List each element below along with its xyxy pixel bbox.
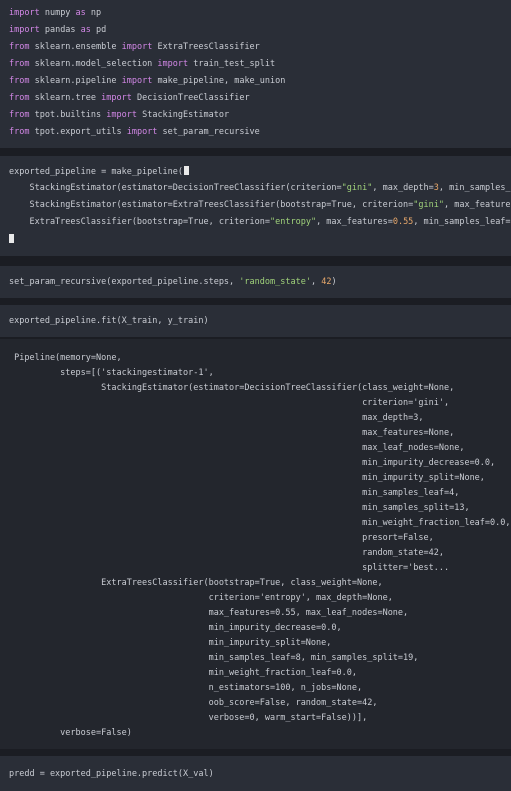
code-line: exported_pipeline = make_pipeline( xyxy=(9,166,189,177)
code-line: exported_pipeline.fit(X_train, y_train) xyxy=(9,316,209,326)
output-line: criterion='gini', xyxy=(9,398,450,408)
output-line: StackingEstimator(estimator=DecisionTree… xyxy=(9,383,455,393)
code-line: StackingEstimator(estimator=DecisionTree… xyxy=(9,183,511,193)
output-line: min_samples_leaf=8, min_samples_split=19… xyxy=(9,653,419,663)
code-line: from tpot.export_utils import set_param_… xyxy=(9,127,260,137)
output-line: min_impurity_split=None, xyxy=(9,473,485,483)
code-cell-predict[interactable]: predd = exported_pipeline.predict(X_val) xyxy=(0,756,511,791)
output-line: verbose=0, warm_start=False))], xyxy=(9,713,368,723)
output-line: oob_score=False, random_state=42, xyxy=(9,698,378,708)
output-line: Pipeline(memory=None, xyxy=(9,353,122,363)
output-line: min_samples_split=13, xyxy=(9,503,470,513)
output-line: splitter='best... xyxy=(9,563,450,573)
output-line: n_estimators=100, n_jobs=None, xyxy=(9,683,363,693)
output-line: max_leaf_nodes=None, xyxy=(9,443,465,453)
output-line: ExtraTreesClassifier(bootstrap=True, cla… xyxy=(9,578,383,588)
output-line: random_state=42, xyxy=(9,548,444,558)
code-line: import pandas as pd xyxy=(9,25,107,35)
code-line: import numpy as np xyxy=(9,8,102,18)
output-line: min_impurity_decrease=0.0, xyxy=(9,623,342,633)
code-cell-imports[interactable]: import numpy as np import pandas as pd f… xyxy=(0,0,511,148)
output-line: min_impurity_decrease=0.0, xyxy=(9,458,496,468)
text-cursor xyxy=(184,166,189,175)
code-cell-fit[interactable]: exported_pipeline.fit(X_train, y_train) xyxy=(0,305,511,337)
output-line: presort=False, xyxy=(9,533,434,543)
output-line: min_weight_fraction_leaf=0.0, xyxy=(9,518,511,528)
output-line: verbose=False) xyxy=(9,728,132,738)
code-line: set_param_recursive(exported_pipeline.st… xyxy=(9,277,337,287)
code-line: predd = exported_pipeline.predict(X_val) xyxy=(9,769,214,779)
output-line: min_weight_fraction_leaf=0.0, xyxy=(9,668,357,678)
code-line: from sklearn.tree import DecisionTreeCla… xyxy=(9,93,250,103)
output-line: steps=[('stackingestimator-1', xyxy=(9,368,214,378)
output-line: max_features=0.55, max_leaf_nodes=None, xyxy=(9,608,409,618)
output-line: min_samples_leaf=4, xyxy=(9,488,460,498)
cell-output-fit: Pipeline(memory=None, steps=[('stackinge… xyxy=(0,339,511,749)
closing-paren xyxy=(9,234,14,243)
output-line: min_impurity_split=None, xyxy=(9,638,332,648)
output-line: max_depth=3, xyxy=(9,413,424,423)
output-line: max_features=None, xyxy=(9,428,455,438)
code-line: from sklearn.ensemble import ExtraTreesC… xyxy=(9,42,260,52)
code-cell-set-param[interactable]: set_param_recursive(exported_pipeline.st… xyxy=(0,266,511,298)
output-line: criterion='entropy', max_depth=None, xyxy=(9,593,393,603)
code-line: from sklearn.model_selection import trai… xyxy=(9,59,276,69)
code-line: ExtraTreesClassifier(bootstrap=True, cri… xyxy=(9,217,511,227)
code-line: from tpot.builtins import StackingEstima… xyxy=(9,110,230,120)
code-line: StackingEstimator(estimator=ExtraTreesCl… xyxy=(9,200,511,210)
code-line: from sklearn.pipeline import make_pipeli… xyxy=(9,76,286,86)
code-line xyxy=(9,234,14,244)
code-cell-pipeline[interactable]: exported_pipeline = make_pipeline( Stack… xyxy=(0,156,511,256)
